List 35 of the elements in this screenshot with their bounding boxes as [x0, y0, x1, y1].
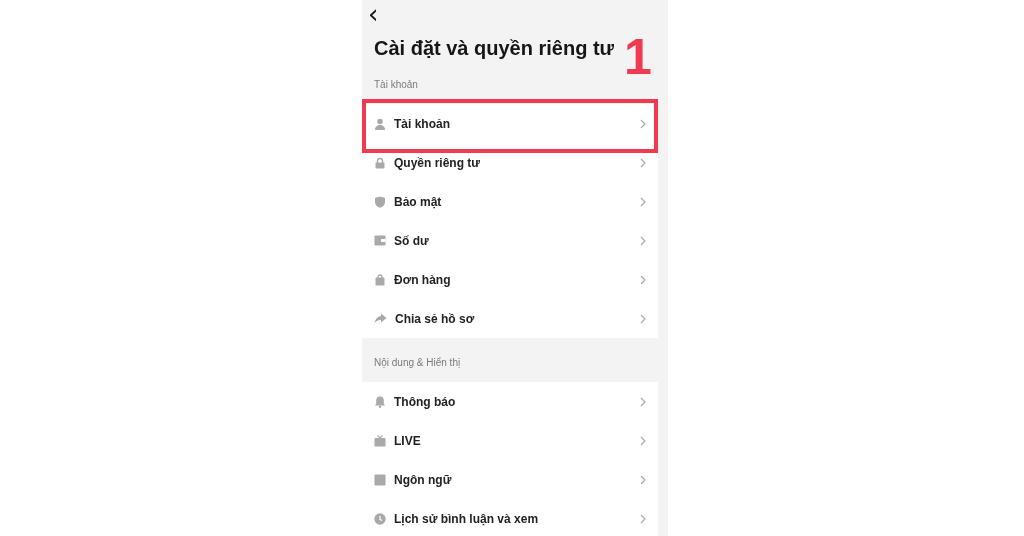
wallet-icon [374, 235, 386, 246]
section-label: Nội dung & Hiển thị [374, 356, 462, 370]
settings-item[interactable]: Ngôn ngữ [394, 472, 632, 487]
settings-item[interactable]: Tài khoản [394, 116, 632, 131]
settings-item[interactable]: Bảo mật [394, 194, 632, 209]
share-arrow-icon [374, 313, 387, 324]
chevron-right-icon [640, 196, 646, 207]
section-label: Tài khoản [374, 78, 419, 92]
back-button[interactable]: ‹ [368, 2, 379, 26]
step-number: 1 [624, 28, 652, 86]
page-title: Cài đặt và quyền riêng tư [374, 36, 615, 61]
chevron-right-icon [640, 474, 646, 485]
chevron-right-icon [640, 396, 646, 407]
person-icon [374, 117, 386, 130]
settings-item[interactable]: Đơn hàng [394, 272, 632, 287]
chevron-right-icon [640, 235, 646, 246]
chevron-right-icon [640, 513, 646, 524]
language-icon [374, 473, 386, 486]
chevron-right-icon [640, 274, 646, 285]
chevron-right-icon [640, 313, 646, 324]
settings-item[interactable]: Lịch sử bình luận và xem [394, 511, 632, 526]
chevron-right-icon [640, 157, 646, 168]
chevron-right-icon [640, 118, 646, 129]
shield-icon [374, 195, 386, 208]
bell-icon [374, 395, 386, 408]
chevron-right-icon [640, 435, 646, 446]
lock-icon [374, 156, 386, 169]
clock-icon [374, 512, 386, 525]
settings-item[interactable]: Số dư [394, 233, 632, 248]
settings-item[interactable]: Thông báo [394, 394, 632, 409]
settings-item[interactable]: Quyền riêng tư [394, 155, 632, 170]
settings-item[interactable]: Chia sẻ hồ sơ [395, 311, 632, 326]
settings-item[interactable]: LIVE [394, 433, 632, 448]
bag-icon [374, 273, 386, 286]
tv-icon [374, 434, 386, 447]
